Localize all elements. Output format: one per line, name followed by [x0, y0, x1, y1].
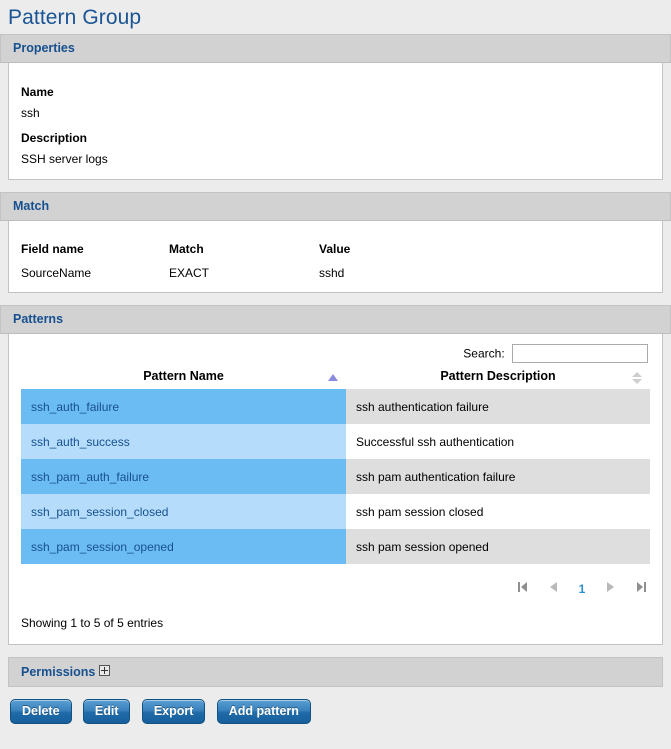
- patterns-section-header: Patterns: [0, 305, 671, 334]
- page-title: Pattern Group: [8, 6, 142, 29]
- pattern-name-cell[interactable]: ssh_pam_auth_failure: [21, 459, 346, 494]
- pagination-first-button[interactable]: [516, 580, 530, 597]
- export-button[interactable]: Export: [141, 699, 206, 724]
- pattern-description-cell: ssh pam session opened: [346, 529, 650, 564]
- pattern-name-cell[interactable]: ssh_auth_failure: [21, 389, 346, 424]
- patterns-panel: Search: Pattern Name Pattern Description: [8, 334, 663, 645]
- patterns-table: Pattern Name Pattern Description ssh_aut…: [21, 366, 650, 564]
- last-page-icon: [634, 580, 648, 594]
- match-table-header-row: Field name Match Value: [21, 242, 650, 266]
- expand-plus-icon[interactable]: [99, 665, 111, 676]
- properties-section: Properties Name ssh Description SSH serv…: [0, 34, 671, 180]
- table-row[interactable]: ssh_pam_auth_failure ssh pam authenticat…: [21, 459, 650, 494]
- pagination: 1: [21, 564, 650, 600]
- match-section-header: Match: [0, 192, 671, 221]
- add-pattern-button[interactable]: Add pattern: [216, 699, 311, 724]
- search-row: Search:: [21, 344, 650, 366]
- pattern-name-link[interactable]: ssh_auth_success: [31, 435, 130, 449]
- properties-panel: Name ssh Description SSH server logs: [8, 63, 663, 180]
- showing-entries-text: Showing 1 to 5 of 5 entries: [21, 616, 164, 630]
- match-panel: Field name Match Value SourceName EXACT …: [8, 221, 663, 293]
- next-page-icon: [603, 580, 617, 594]
- action-button-bar: Delete Edit Export Add pattern: [0, 687, 671, 724]
- search-input[interactable]: [512, 344, 648, 363]
- column-header-pattern-name[interactable]: Pattern Name: [21, 366, 346, 389]
- pagination-previous-button[interactable]: [547, 580, 561, 597]
- pattern-name-cell[interactable]: ssh_pam_session_opened: [21, 529, 346, 564]
- table-row: SourceName EXACT sshd: [21, 266, 650, 280]
- description-label: Description: [21, 131, 88, 145]
- pattern-name-link[interactable]: ssh_pam_session_closed: [31, 505, 168, 519]
- permissions-section-header[interactable]: Permissions: [8, 657, 663, 687]
- pattern-description-cell: Successful ssh authentication: [346, 424, 650, 459]
- pattern-name-cell[interactable]: ssh_pam_session_closed: [21, 494, 346, 529]
- match-col-value: Value: [319, 242, 351, 256]
- column-header-pattern-description[interactable]: Pattern Description: [346, 366, 650, 389]
- column-header-pattern-description-label: Pattern Description: [440, 369, 556, 383]
- match-col-match: Match: [169, 242, 204, 256]
- column-header-pattern-name-label: Pattern Name: [143, 369, 224, 383]
- pagination-next-button[interactable]: [603, 580, 617, 597]
- pattern-description-cell: ssh pam authentication failure: [346, 459, 650, 494]
- table-row[interactable]: ssh_pam_session_opened ssh pam session o…: [21, 529, 650, 564]
- sort-ascending-icon: [328, 372, 338, 384]
- pattern-name-link[interactable]: ssh_pam_session_opened: [31, 540, 174, 554]
- search-label: Search:: [463, 346, 505, 361]
- match-table: Field name Match Value SourceName EXACT …: [21, 242, 650, 280]
- match-cell-match: EXACT: [169, 266, 210, 280]
- pattern-name-link[interactable]: ssh_auth_failure: [31, 400, 119, 414]
- pattern-description-cell: ssh pam session closed: [346, 494, 650, 529]
- delete-button[interactable]: Delete: [10, 699, 72, 724]
- pattern-name-cell[interactable]: ssh_auth_success: [21, 424, 346, 459]
- patterns-section: Patterns Search: Pattern Name Pattern De…: [0, 305, 671, 645]
- sort-none-icon: [632, 371, 642, 384]
- first-page-icon: [516, 580, 530, 594]
- previous-page-icon: [547, 580, 561, 594]
- table-row[interactable]: ssh_auth_failure ssh authentication fail…: [21, 389, 650, 424]
- properties-body: Name ssh Description SSH server logs: [9, 63, 662, 179]
- patterns-body: Search: Pattern Name Pattern Description: [9, 334, 662, 644]
- pagination-page-1[interactable]: 1: [579, 582, 586, 596]
- name-value: ssh: [21, 106, 40, 120]
- table-row[interactable]: ssh_auth_success Successful ssh authenti…: [21, 424, 650, 459]
- match-body: Field name Match Value SourceName EXACT …: [9, 221, 662, 292]
- pattern-name-link[interactable]: ssh_pam_auth_failure: [31, 470, 149, 484]
- table-row[interactable]: ssh_pam_session_closed ssh pam session c…: [21, 494, 650, 529]
- pagination-last-button[interactable]: [634, 580, 648, 597]
- permissions-label: Permissions: [21, 665, 96, 679]
- name-label: Name: [21, 85, 54, 99]
- match-cell-field-name: SourceName: [21, 266, 92, 280]
- match-col-field-name: Field name: [21, 242, 84, 256]
- match-cell-value: sshd: [319, 266, 345, 280]
- properties-section-header: Properties: [0, 34, 671, 63]
- pattern-description-cell: ssh authentication failure: [346, 389, 650, 424]
- edit-button[interactable]: Edit: [82, 699, 131, 724]
- match-section: Match Field name Match Value SourceName …: [0, 192, 671, 293]
- patterns-table-header-row: Pattern Name Pattern Description: [21, 366, 650, 389]
- description-value: SSH server logs: [21, 152, 108, 166]
